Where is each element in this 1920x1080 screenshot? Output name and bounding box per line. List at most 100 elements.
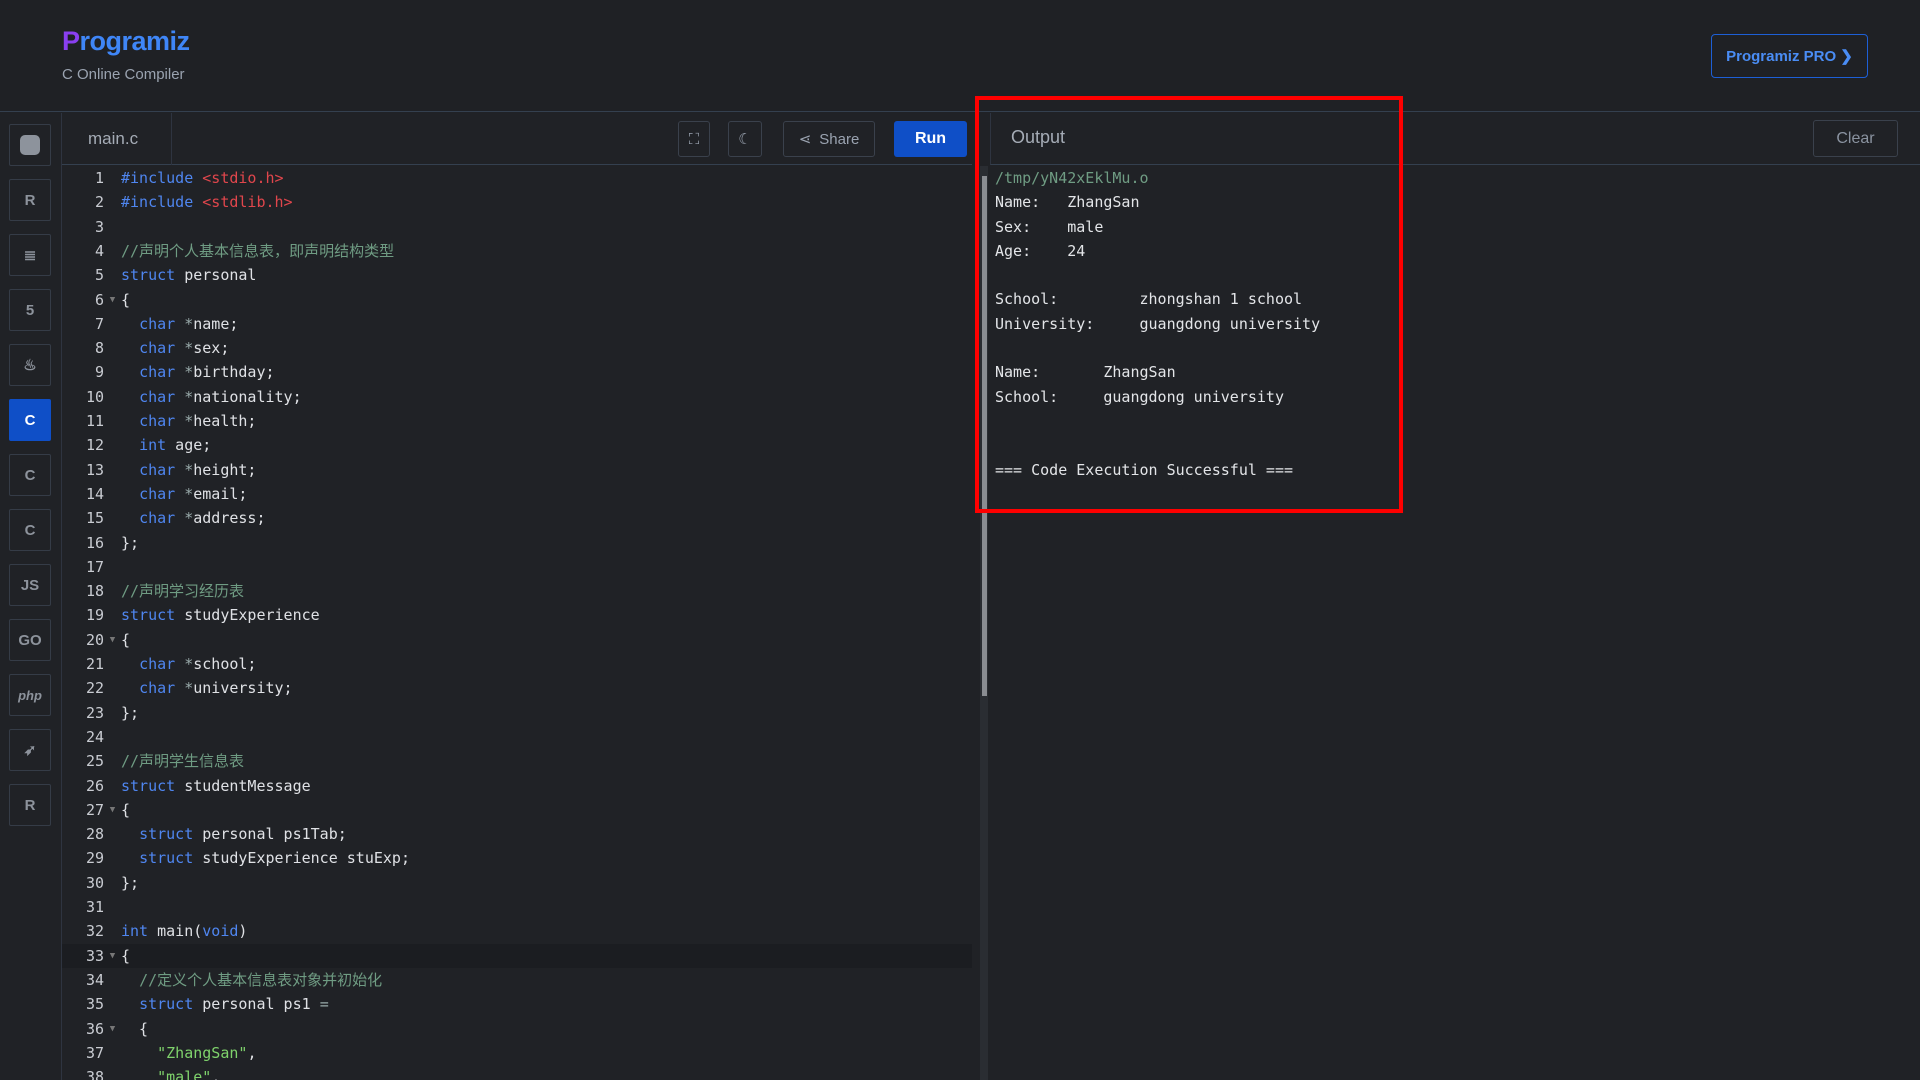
gutter-spacer [104, 1041, 121, 1065]
code-token: int [139, 436, 167, 455]
line-number: 13 [85, 460, 104, 479]
code-line[interactable]: 8 char *sex; [62, 336, 972, 360]
code-line[interactable]: 4 //声明个人基本信息表，即声明结构类型 [62, 239, 972, 263]
code-line[interactable]: 33 ▼{ [62, 943, 972, 968]
share-button[interactable]: ⋖ Share [783, 121, 875, 157]
code-line[interactable]: 14 char *email; [62, 482, 972, 506]
theme-toggle-button[interactable]: ☾ [728, 121, 762, 157]
fullscreen-button[interactable]: ⛶ [678, 121, 710, 157]
code-line[interactable]: 34 //定义个人基本信息表对象并初始化 [62, 968, 972, 992]
gutter-spacer [104, 774, 121, 798]
code-token: char [139, 655, 176, 673]
code-line[interactable]: 18 //声明学习经历表 [62, 579, 972, 603]
code-line[interactable]: 7 char *name; [62, 312, 972, 336]
code-line[interactable]: 37 "ZhangSan", [62, 1041, 972, 1065]
gutter-spacer [104, 749, 121, 773]
code-line[interactable]: 10 char *nationality; [62, 385, 972, 409]
line-number: 29 [85, 849, 104, 868]
run-button[interactable]: Run [894, 121, 967, 157]
code-token: health; [193, 412, 257, 430]
code-line[interactable]: 3 [62, 215, 972, 239]
code-line[interactable]: 38 "male", [62, 1065, 972, 1080]
code-line[interactable]: 35 struct personal ps1 = [62, 992, 972, 1016]
sidebar-item-r[interactable]: R [9, 179, 51, 221]
code-line[interactable]: 36 ▼ { [62, 1017, 972, 1041]
code-line[interactable]: 12 int age; [62, 433, 972, 457]
code-line[interactable]: 13 char *height; [62, 458, 972, 482]
code-token: char [139, 484, 176, 503]
fold-arrow-icon[interactable]: ▼ [104, 288, 121, 312]
sidebar-item-php[interactable]: php [9, 674, 51, 716]
code-token: name; [193, 314, 239, 333]
code-editor[interactable]: 1 #include <stdio.h> 2 #include <stdlib.h… [62, 166, 972, 1080]
code-token: //定义个人基本信息表对象并初始化 [139, 970, 383, 989]
code-line[interactable]: 23 }; [62, 701, 972, 725]
line-number: 7 [94, 314, 104, 333]
code-line[interactable]: 17 [62, 555, 972, 579]
sidebar-item-cpp[interactable]: C [9, 454, 51, 496]
fold-arrow-icon[interactable]: ▼ [104, 1017, 121, 1041]
code-line[interactable]: 20 ▼{ [62, 628, 972, 652]
code-line[interactable]: 15 char *address; [62, 506, 972, 530]
code-line[interactable]: 5 struct personal [62, 263, 972, 287]
code-line[interactable]: 32 int main(void) [62, 919, 972, 943]
fold-arrow-icon[interactable]: ▼ [104, 944, 121, 968]
c-icon: C [24, 411, 36, 429]
sidebar-item-rust[interactable]: R [9, 784, 51, 826]
fold-arrow-icon[interactable]: ▼ [104, 798, 121, 822]
sidebar-item-js[interactable]: JS [9, 564, 51, 606]
code-line[interactable]: 2 #include <stdlib.h> [62, 190, 972, 214]
code-token: * [175, 484, 194, 503]
line-number: 2 [94, 193, 104, 212]
sidebar-item-go[interactable]: GO [9, 619, 51, 661]
sidebar-item-csharp[interactable]: C [9, 509, 51, 551]
code-line[interactable]: 24 [62, 725, 972, 749]
sidebar-item-c[interactable]: C [9, 399, 51, 441]
gutter-spacer [104, 968, 121, 992]
code-token: struct [139, 849, 194, 868]
code-line[interactable]: 6 ▼{ [62, 288, 972, 312]
code-line[interactable]: 21 char *school; [62, 652, 972, 676]
fold-arrow-icon[interactable]: ▼ [104, 628, 121, 652]
sidebar-item-python[interactable] [9, 124, 51, 166]
code-line[interactable]: 31 [62, 895, 972, 919]
code-token: "ZhangSan" [157, 1043, 248, 1062]
code-line[interactable]: 9 char *birthday; [62, 360, 972, 384]
language-sidebar: R ≣ 5 ♨ C C C JS GO php ➶ R [0, 113, 62, 1080]
code-token: * [175, 679, 194, 698]
code-line[interactable]: 27 ▼{ [62, 798, 972, 822]
clear-button[interactable]: Clear [1813, 120, 1898, 157]
code-line[interactable]: 16 }; [62, 531, 972, 555]
code-line[interactable]: 22 char *university; [62, 676, 972, 700]
code-line[interactable]: 25 //声明学生信息表 [62, 749, 972, 773]
code-line[interactable]: 19 struct studyExperience [62, 603, 972, 627]
sidebar-item-html5[interactable]: 5 [9, 289, 51, 331]
code-token: <stdlib.h> [202, 193, 293, 212]
code-token: { [121, 800, 131, 819]
page-subtitle: C Online Compiler [62, 66, 185, 83]
code-line[interactable]: 1 #include <stdio.h> [62, 166, 972, 190]
programiz-logo[interactable]: Programiz [62, 26, 190, 57]
tab-main-c[interactable]: main.c [62, 113, 172, 165]
code-line[interactable]: 29 struct studyExperience stuExp; [62, 846, 972, 870]
line-number: 1 [94, 169, 104, 187]
sidebar-item-swift[interactable]: ➶ [9, 729, 51, 771]
line-number: 24 [85, 727, 104, 746]
code-token: age; [166, 436, 212, 455]
code-token: personal ps1 [193, 995, 320, 1014]
sidebar-item-database[interactable]: ≣ [9, 234, 51, 276]
code-token: char [139, 460, 176, 479]
programiz-pro-button[interactable]: Programiz PRO ❯ [1711, 34, 1868, 78]
gutter-spacer [104, 239, 121, 263]
code-line[interactable]: 26 struct studentMessage [62, 774, 972, 798]
code-line[interactable]: 30 }; [62, 871, 972, 895]
code-token: char [139, 679, 176, 698]
code-line[interactable]: 11 char *health; [62, 409, 972, 433]
sidebar-item-java[interactable]: ♨ [9, 344, 51, 386]
code-line[interactable]: 28 struct personal ps1Tab; [62, 822, 972, 846]
